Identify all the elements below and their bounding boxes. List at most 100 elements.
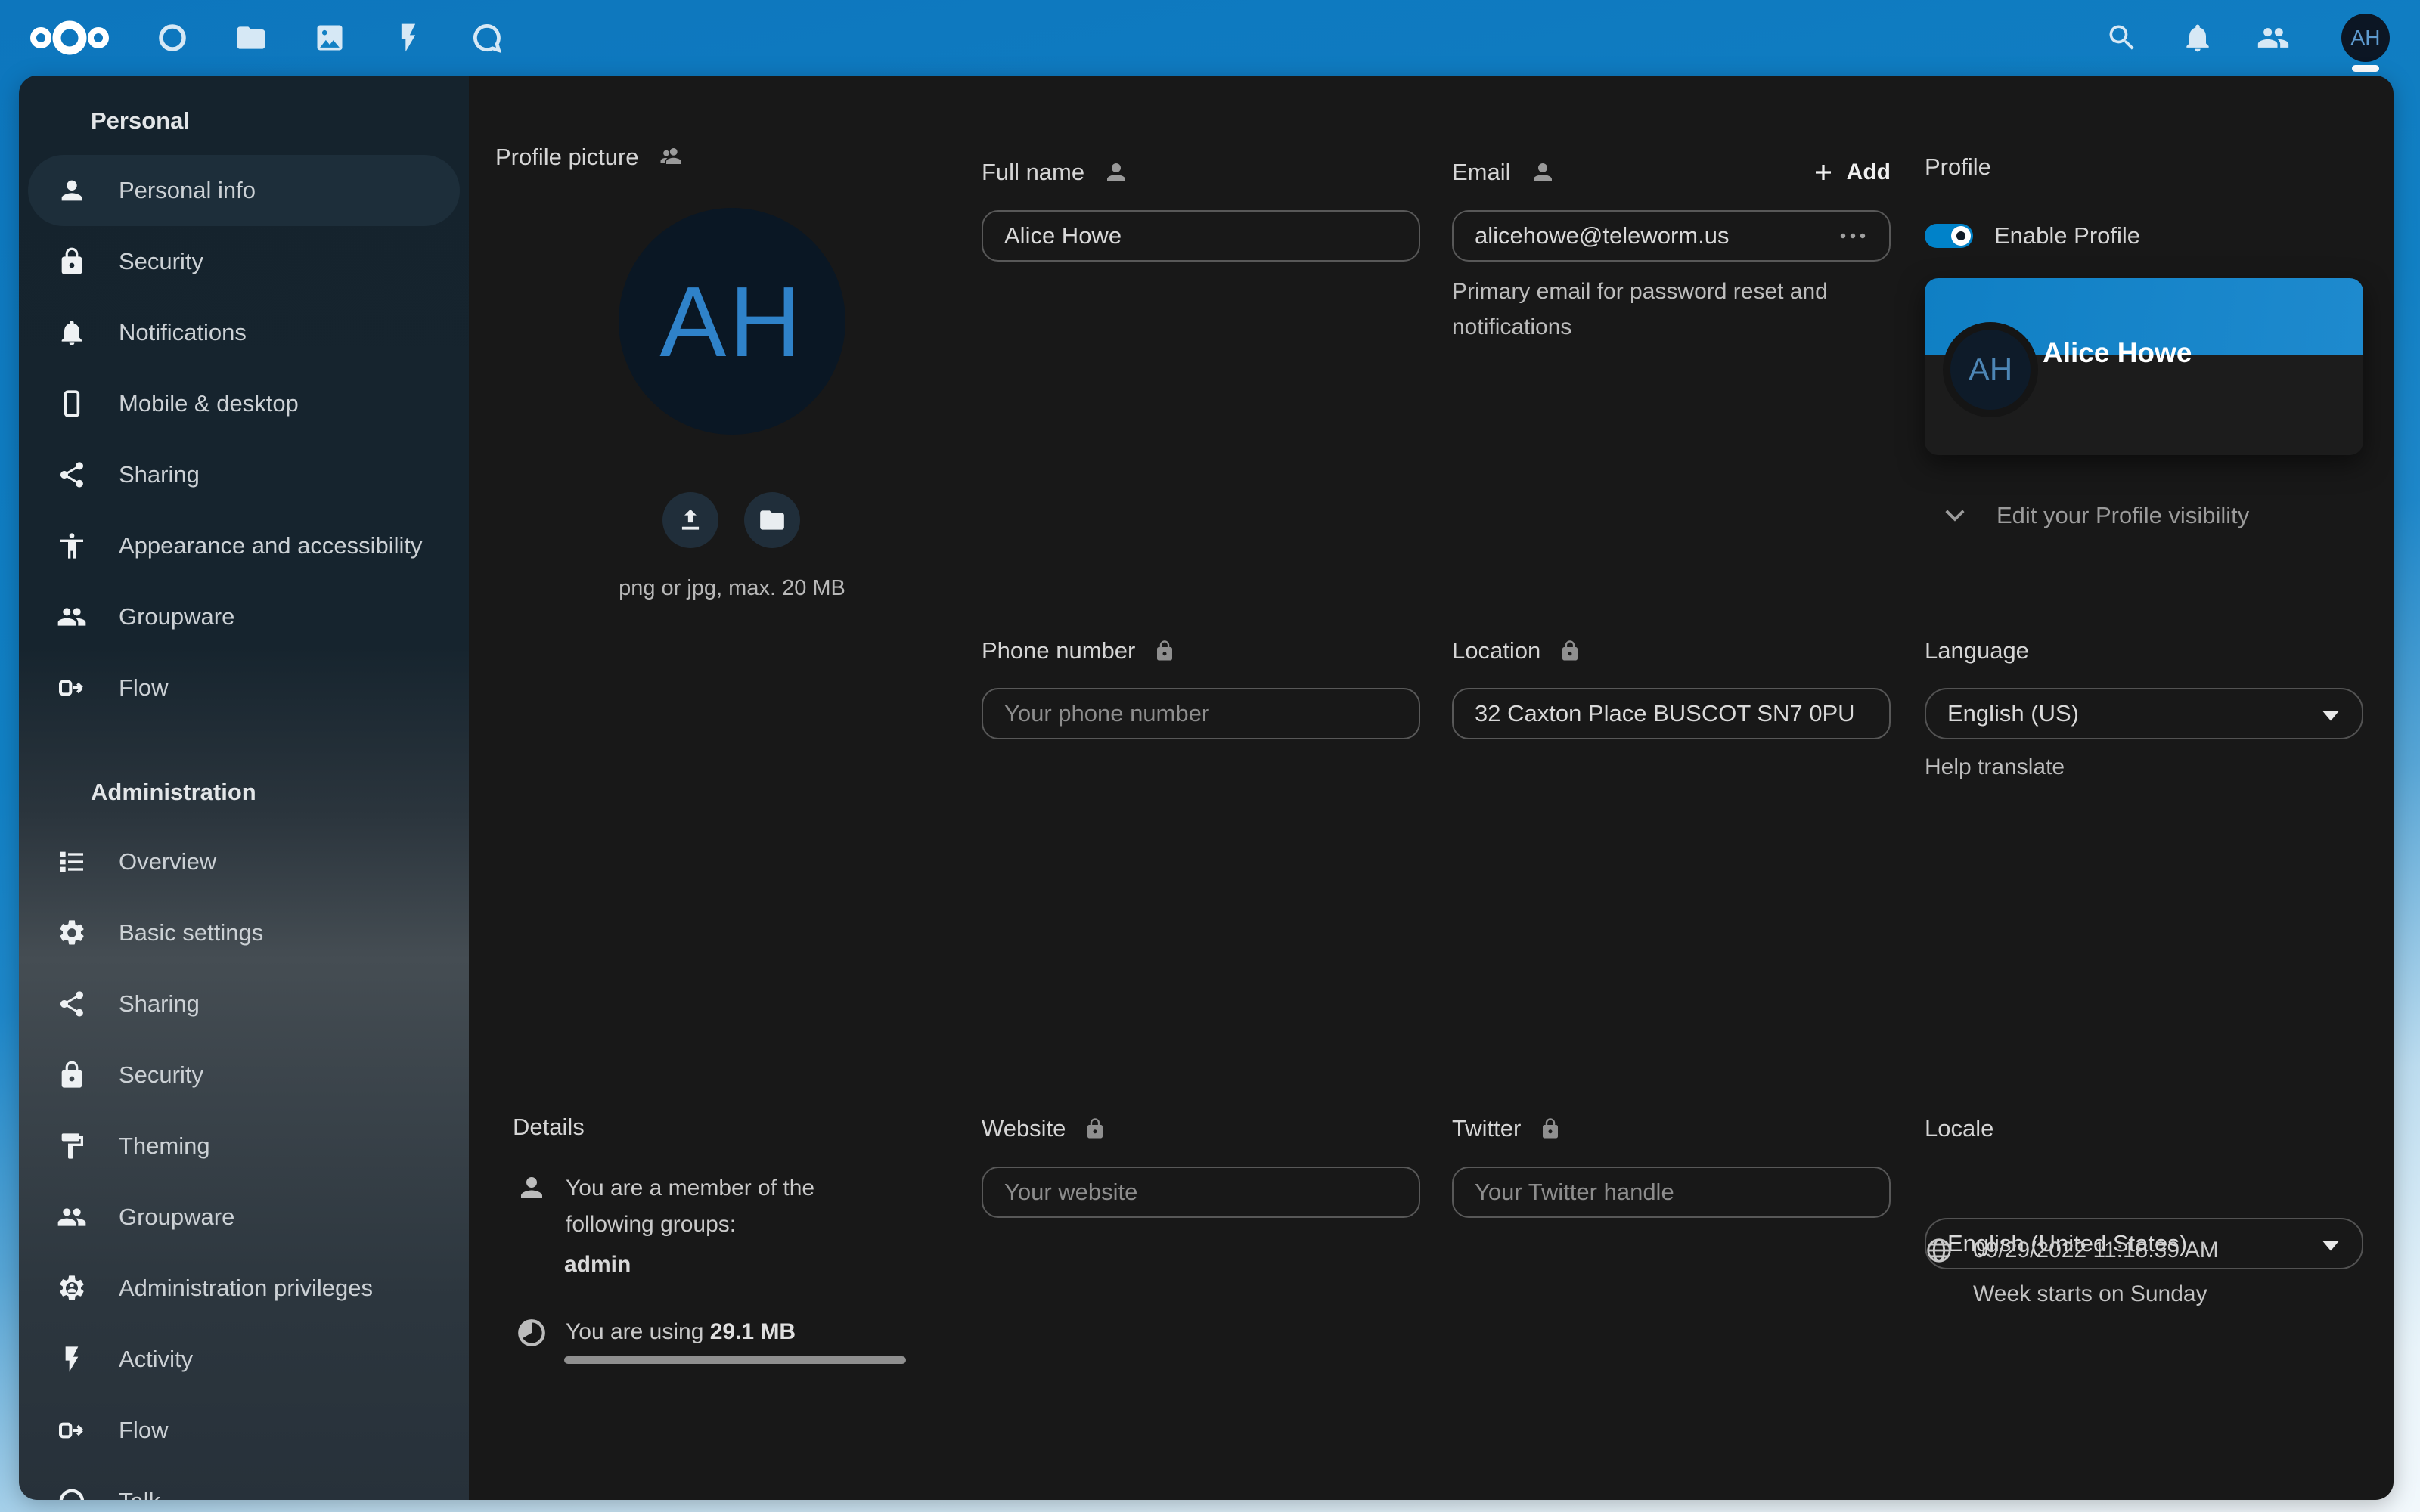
email-input[interactable]: alicehowe@teleworm.us [1452,210,1891,262]
edit-profile-visibility[interactable]: Edit your Profile visibility [1944,496,2249,535]
user-avatar[interactable]: AH [2341,14,2390,62]
sidebar-item-label: Groupware [119,1204,234,1231]
sidebar-item-label: Administration privileges [119,1275,373,1302]
sidebar-item-sharing[interactable]: Sharing [28,968,460,1040]
sidebar-item-label: Security [119,248,203,275]
website-input[interactable]: Your website [982,1167,1420,1218]
phone-label: Phone number [982,634,1176,668]
full-name-input[interactable]: Alice Howe [982,210,1420,262]
lock-icon[interactable] [1539,1117,1562,1140]
dashboard-app-icon[interactable] [156,21,189,54]
sidebar-item-appearance-and-accessibility[interactable]: Appearance and accessibility [28,510,460,581]
person-outline-icon [516,1172,548,1204]
full-name-label: Full name [982,155,1130,190]
email-label: Email [1452,155,1556,190]
bell-icon [57,318,87,348]
locale-label: Locale [1925,1111,1993,1146]
sidebar-item-security[interactable]: Security [28,226,460,297]
profile-picture-label: Profile picture [495,140,684,175]
sidebar-item-label: Groupware [119,603,234,631]
sidebar-item-flow[interactable]: Flow [28,652,460,723]
website-label: Website [982,1111,1106,1146]
sidebar-item-security[interactable]: Security [28,1040,460,1111]
sidebar-item-activity[interactable]: Activity [28,1324,460,1395]
gear-person-icon [57,1273,87,1303]
chevron-down-icon [1944,508,1966,523]
desktop-background: AH PersonalPersonal infoSecurityNotifica… [0,0,2420,1512]
roller-icon [57,1131,87,1161]
language-select[interactable]: English (US) [1925,688,2363,739]
personal-info-content: Profile picture AH png or jpg, max. 20 M… [469,76,2394,1500]
upload-icon [676,506,705,534]
photos-app-icon[interactable] [313,21,346,54]
talk-app-icon[interactable] [470,21,504,54]
sidebar-item-mobile-desktop[interactable]: Mobile & desktop [28,368,460,439]
scope-person-icon[interactable] [1103,159,1130,186]
notifications-bell-icon[interactable] [2181,21,2214,54]
scope-federation-icon[interactable] [657,144,684,171]
flow-icon [57,1415,87,1445]
nextcloud-logo[interactable] [21,14,118,62]
sidebar-item-label: Personal info [119,177,256,204]
sidebar-item-label: Flow [119,674,168,702]
active-app-indicator [2352,65,2379,72]
email-options-menu-icon[interactable] [1838,231,1868,241]
enable-profile-toggle[interactable] [1925,224,1973,248]
twitter-label: Twitter [1452,1111,1562,1146]
share-icon [57,460,87,490]
accessibility-icon [57,531,87,561]
sidebar-item-sharing[interactable]: Sharing [28,439,460,510]
lock-icon [57,246,87,277]
lock-icon[interactable] [1084,1117,1106,1140]
sidebar-item-label: Notifications [119,319,247,346]
sidebar-item-talk[interactable]: Talk [28,1466,460,1500]
phone-input[interactable]: Your phone number [982,688,1420,739]
quota-used-value: 29.1 MB [710,1319,796,1344]
scope-person-icon[interactable] [1529,159,1556,186]
week-start-text: Week starts on Sunday [1973,1281,2207,1307]
sidebar-item-groupware[interactable]: Groupware [28,581,460,652]
location-input[interactable]: 32 Caxton Place BUSCOT SN7 0PU [1452,688,1891,739]
sidebar-item-administration-privileges[interactable]: Administration privileges [28,1253,460,1324]
lock-icon[interactable] [1153,640,1176,662]
talk-icon [57,1486,87,1500]
upload-avatar-button[interactable] [662,492,718,548]
profile-preview-card[interactable]: Alice Howe AH [1925,278,2363,455]
add-email-button[interactable]: Add [1812,160,1891,185]
group-name: admin [564,1252,631,1278]
sidebar-item-notifications[interactable]: Notifications [28,297,460,368]
help-translate-link[interactable]: Help translate [1925,754,2065,780]
folder-icon [758,506,786,534]
settings-app-window: PersonalPersonal infoSecurityNotificatio… [19,76,2394,1500]
sidebar-item-label: Sharing [119,461,200,488]
profile-picture-avatar: AH [619,208,845,435]
activity-app-icon[interactable] [392,21,425,54]
sidebar-item-label: Basic settings [119,919,263,947]
share-icon [57,989,87,1019]
sidebar-item-theming[interactable]: Theming [28,1111,460,1182]
sidebar-item-label: Appearance and accessibility [119,532,423,559]
caret-down-icon [2321,1239,2341,1253]
header-right-actions: AH [2105,14,2390,62]
choose-from-files-button[interactable] [744,492,800,548]
plus-icon [1812,161,1835,184]
sidebar-item-overview[interactable]: Overview [28,826,460,897]
sidebar-item-label: Talk [119,1488,160,1500]
language-label: Language [1925,634,2029,668]
search-icon[interactable] [2105,21,2139,54]
sidebar-item-label: Theming [119,1132,210,1160]
enable-profile-label: Enable Profile [1994,222,2140,249]
contacts-icon[interactable] [2257,21,2290,54]
locale-datetime-row: 09/29/2022 11:18:39 AM [1925,1236,2219,1265]
twitter-input[interactable]: Your Twitter handle [1452,1167,1891,1218]
files-app-icon[interactable] [234,21,268,54]
sidebar-item-personal-info[interactable]: Personal info [28,155,460,226]
sidebar-item-basic-settings[interactable]: Basic settings [28,897,460,968]
globe-icon [1925,1236,1953,1265]
avatar-upload-hint: png or jpg, max. 20 MB [495,576,969,601]
sidebar-item-flow[interactable]: Flow [28,1395,460,1466]
sidebar-item-groupware[interactable]: Groupware [28,1182,460,1253]
email-header-row: Email Add [1452,155,1891,190]
lock-icon[interactable] [1559,640,1581,662]
profile-card-name: Alice Howe [2043,337,2192,369]
